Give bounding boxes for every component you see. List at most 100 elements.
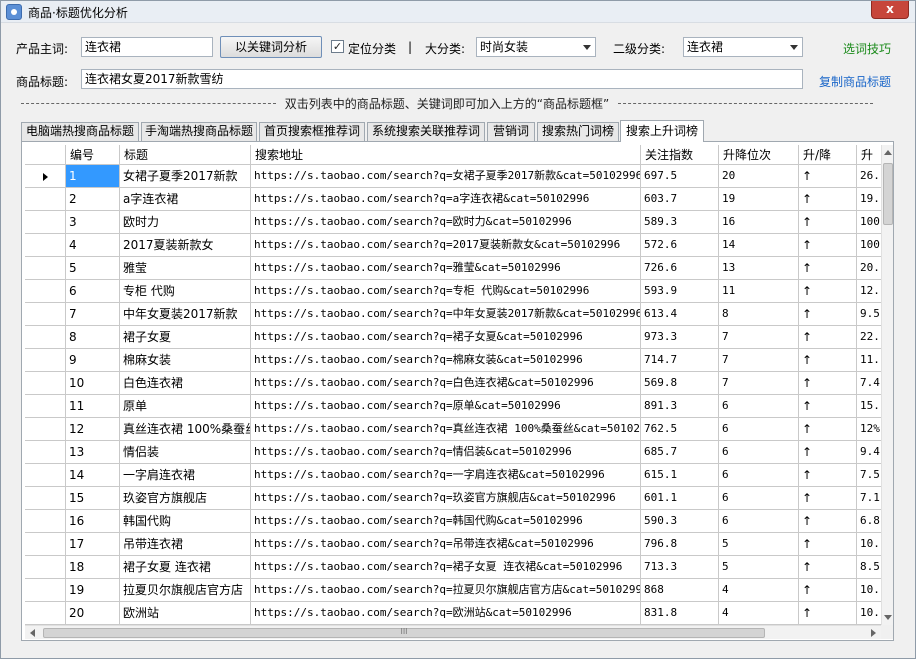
cell-url[interactable]: https://s.taobao.com/search?q=吊带连衣裙&cat=… <box>251 533 641 556</box>
cell-title[interactable]: 裙子女夏 <box>120 326 251 349</box>
cell-url[interactable]: https://s.taobao.com/search?q=裙子女夏&cat=5… <box>251 326 641 349</box>
table-row[interactable]: 15 玖姿官方旗舰店 https://s.taobao.com/search?q=玖… <box>25 487 881 510</box>
cell-title[interactable]: 原单 <box>120 395 251 418</box>
row-header[interactable] <box>25 464 66 487</box>
cell-title[interactable]: 真丝连衣裙 100%桑蚕丝 <box>120 418 251 441</box>
cell-url[interactable]: https://s.taobao.com/search?q=棉麻女装&cat=5… <box>251 349 641 372</box>
row-header[interactable] <box>25 418 66 441</box>
table-row[interactable]: 19 拉夏贝尔旗舰店官方店 https://s.taobao.com/search?… <box>25 579 881 602</box>
scroll-left-icon[interactable] <box>30 629 35 637</box>
locate-category-checkbox[interactable]: ✓ <box>331 40 344 53</box>
row-header[interactable] <box>25 602 66 625</box>
subcategory-select[interactable]: 连衣裙 <box>683 37 803 57</box>
close-button[interactable]: x <box>871 1 909 19</box>
column-header-title[interactable]: 标题 <box>120 145 251 165</box>
cell-title[interactable]: 拉夏贝尔旗舰店官方店 <box>120 579 251 602</box>
cell-url[interactable]: https://s.taobao.com/search?q=2017夏装新款女&… <box>251 234 641 257</box>
row-header[interactable] <box>25 533 66 556</box>
scroll-up-icon[interactable] <box>884 150 892 155</box>
table-row[interactable]: 7 中年女夏装2017新款 https://s.taobao.com/search?… <box>25 303 881 326</box>
table-row[interactable]: 17 吊带连衣裙 https://s.taobao.com/search?q=吊带连… <box>25 533 881 556</box>
product-title-input[interactable]: 连衣裙女夏2017新款雪纺 <box>81 69 803 89</box>
cell-title[interactable]: 2017夏装新款女 <box>120 234 251 257</box>
row-header[interactable] <box>25 165 66 188</box>
vertical-scrollbar[interactable] <box>881 145 893 625</box>
table-row[interactable]: 9 棉麻女装 https://s.taobao.com/search?q=棉麻女装&… <box>25 349 881 372</box>
table-row[interactable]: 12 真丝连衣裙 100%桑蚕丝 https://s.taobao.com/sear… <box>25 418 881 441</box>
cell-url[interactable]: https://s.taobao.com/search?q=裙子女夏 连衣裙&c… <box>251 556 641 579</box>
column-header-direction[interactable]: 升/降 <box>799 145 857 165</box>
tab-pc-hot-titles[interactable]: 电脑端热搜商品标题 <box>21 122 139 141</box>
table-row[interactable]: 20 欧洲站 https://s.taobao.com/search?q=欧洲站&c… <box>25 602 881 625</box>
row-header[interactable] <box>25 441 66 464</box>
tab-homepage-suggest[interactable]: 首页搜索框推荐词 <box>259 122 365 141</box>
tab-hot-search-list[interactable]: 搜索热门词榜 <box>537 122 619 141</box>
category-select[interactable]: 时尚女装 <box>476 37 596 57</box>
vertical-scroll-thumb[interactable] <box>883 163 893 225</box>
analyze-button[interactable]: 以关键词分析 <box>220 36 322 58</box>
cell-url[interactable]: https://s.taobao.com/search?q=真丝连衣裙 100%… <box>251 418 641 441</box>
cell-url[interactable]: https://s.taobao.com/search?q=欧时力&cat=50… <box>251 211 641 234</box>
row-header[interactable] <box>25 579 66 602</box>
cell-title[interactable]: 吊带连衣裙 <box>120 533 251 556</box>
cell-title[interactable]: 一字肩连衣裙 <box>120 464 251 487</box>
table-row[interactable]: 18 裙子女夏 连衣裙 https://s.taobao.com/search?q=… <box>25 556 881 579</box>
cell-url[interactable]: https://s.taobao.com/search?q=欧洲站&cat=50… <box>251 602 641 625</box>
cell-title[interactable]: 女裙子夏季2017新款 <box>120 165 251 188</box>
row-header[interactable] <box>25 257 66 280</box>
cell-url[interactable]: https://s.taobao.com/search?q=中年女夏装2017新… <box>251 303 641 326</box>
table-row[interactable]: 4 2017夏装新款女 https://s.taobao.com/search?q=… <box>25 234 881 257</box>
scroll-down-icon[interactable] <box>884 615 892 620</box>
table-row[interactable]: 13 情侣装 https://s.taobao.com/search?q=情侣装&c… <box>25 441 881 464</box>
cell-url[interactable]: https://s.taobao.com/search?q=专柜 代购&cat=… <box>251 280 641 303</box>
row-header[interactable] <box>25 211 66 234</box>
cell-title[interactable]: 情侣装 <box>120 441 251 464</box>
table-row[interactable]: 3 欧时力 https://s.taobao.com/search?q=欧时力&ca… <box>25 211 881 234</box>
cell-title[interactable]: 欧时力 <box>120 211 251 234</box>
cell-title[interactable]: 裙子女夏 连衣裙 <box>120 556 251 579</box>
tab-marketing-words[interactable]: 营销词 <box>487 122 535 141</box>
row-header[interactable] <box>25 395 66 418</box>
tips-link[interactable]: 选词技巧 <box>843 40 891 57</box>
row-header[interactable] <box>25 303 66 326</box>
row-header[interactable] <box>25 234 66 257</box>
cell-url[interactable]: https://s.taobao.com/search?q=情侣装&cat=50… <box>251 441 641 464</box>
table-row[interactable]: 8 裙子女夏 https://s.taobao.com/search?q=裙子女夏&… <box>25 326 881 349</box>
row-header[interactable] <box>25 487 66 510</box>
cell-title[interactable]: 专柜 代购 <box>120 280 251 303</box>
cell-url[interactable]: https://s.taobao.com/search?q=一字肩连衣裙&cat… <box>251 464 641 487</box>
cell-title[interactable]: 雅莹 <box>120 257 251 280</box>
horizontal-scrollbar[interactable]: III <box>25 625 881 639</box>
cell-title[interactable]: 欧洲站 <box>120 602 251 625</box>
table-row[interactable]: 2 a字连衣裙 https://s.taobao.com/search?q=a字连衣… <box>25 188 881 211</box>
scroll-right-icon[interactable] <box>871 629 876 637</box>
row-header[interactable] <box>25 349 66 372</box>
cell-url[interactable]: https://s.taobao.com/search?q=白色连衣裙&cat=… <box>251 372 641 395</box>
cell-title[interactable]: a字连衣裙 <box>120 188 251 211</box>
table-row[interactable]: 5 雅莹 https://s.taobao.com/search?q=雅莹&cat=… <box>25 257 881 280</box>
cell-url[interactable]: https://s.taobao.com/search?q=韩国代购&cat=5… <box>251 510 641 533</box>
row-header[interactable] <box>25 372 66 395</box>
keyword-input[interactable]: 连衣裙 <box>81 37 213 57</box>
results-grid[interactable]: 编号 标题 搜索地址 关注指数 升降位次 升/降 升 1 女裙子夏季2017新款 h… <box>25 145 881 625</box>
tab-related-suggest[interactable]: 系统搜索关联推荐词 <box>367 122 485 141</box>
table-row[interactable]: 1 女裙子夏季2017新款 https://s.taobao.com/search?… <box>25 165 881 188</box>
table-row[interactable]: 14 一字肩连衣裙 https://s.taobao.com/search?q=一字… <box>25 464 881 487</box>
tab-rising-search-list[interactable]: 搜索上升词榜 <box>620 120 704 142</box>
tab-mobile-hot-titles[interactable]: 手淘端热搜商品标题 <box>141 122 257 141</box>
row-header[interactable] <box>25 326 66 349</box>
cell-url[interactable]: https://s.taobao.com/search?q=玖姿官方旗舰店&ca… <box>251 487 641 510</box>
table-row[interactable]: 6 专柜 代购 https://s.taobao.com/search?q=专柜 代… <box>25 280 881 303</box>
cell-title[interactable]: 白色连衣裙 <box>120 372 251 395</box>
cell-title[interactable]: 棉麻女装 <box>120 349 251 372</box>
cell-url[interactable]: https://s.taobao.com/search?q=女裙子夏季2017新… <box>251 165 641 188</box>
row-header[interactable] <box>25 556 66 579</box>
cell-url[interactable]: https://s.taobao.com/search?q=原单&cat=501… <box>251 395 641 418</box>
cell-url[interactable]: https://s.taobao.com/search?q=a字连衣裙&cat=… <box>251 188 641 211</box>
copy-title-link[interactable]: 复制商品标题 <box>819 73 891 90</box>
column-header-id[interactable]: 编号 <box>66 145 120 165</box>
table-row[interactable]: 16 韩国代购 https://s.taobao.com/search?q=韩国代购… <box>25 510 881 533</box>
cell-title[interactable]: 中年女夏装2017新款 <box>120 303 251 326</box>
column-header-url[interactable]: 搜索地址 <box>251 145 641 165</box>
horizontal-scroll-thumb[interactable]: III <box>43 628 765 638</box>
